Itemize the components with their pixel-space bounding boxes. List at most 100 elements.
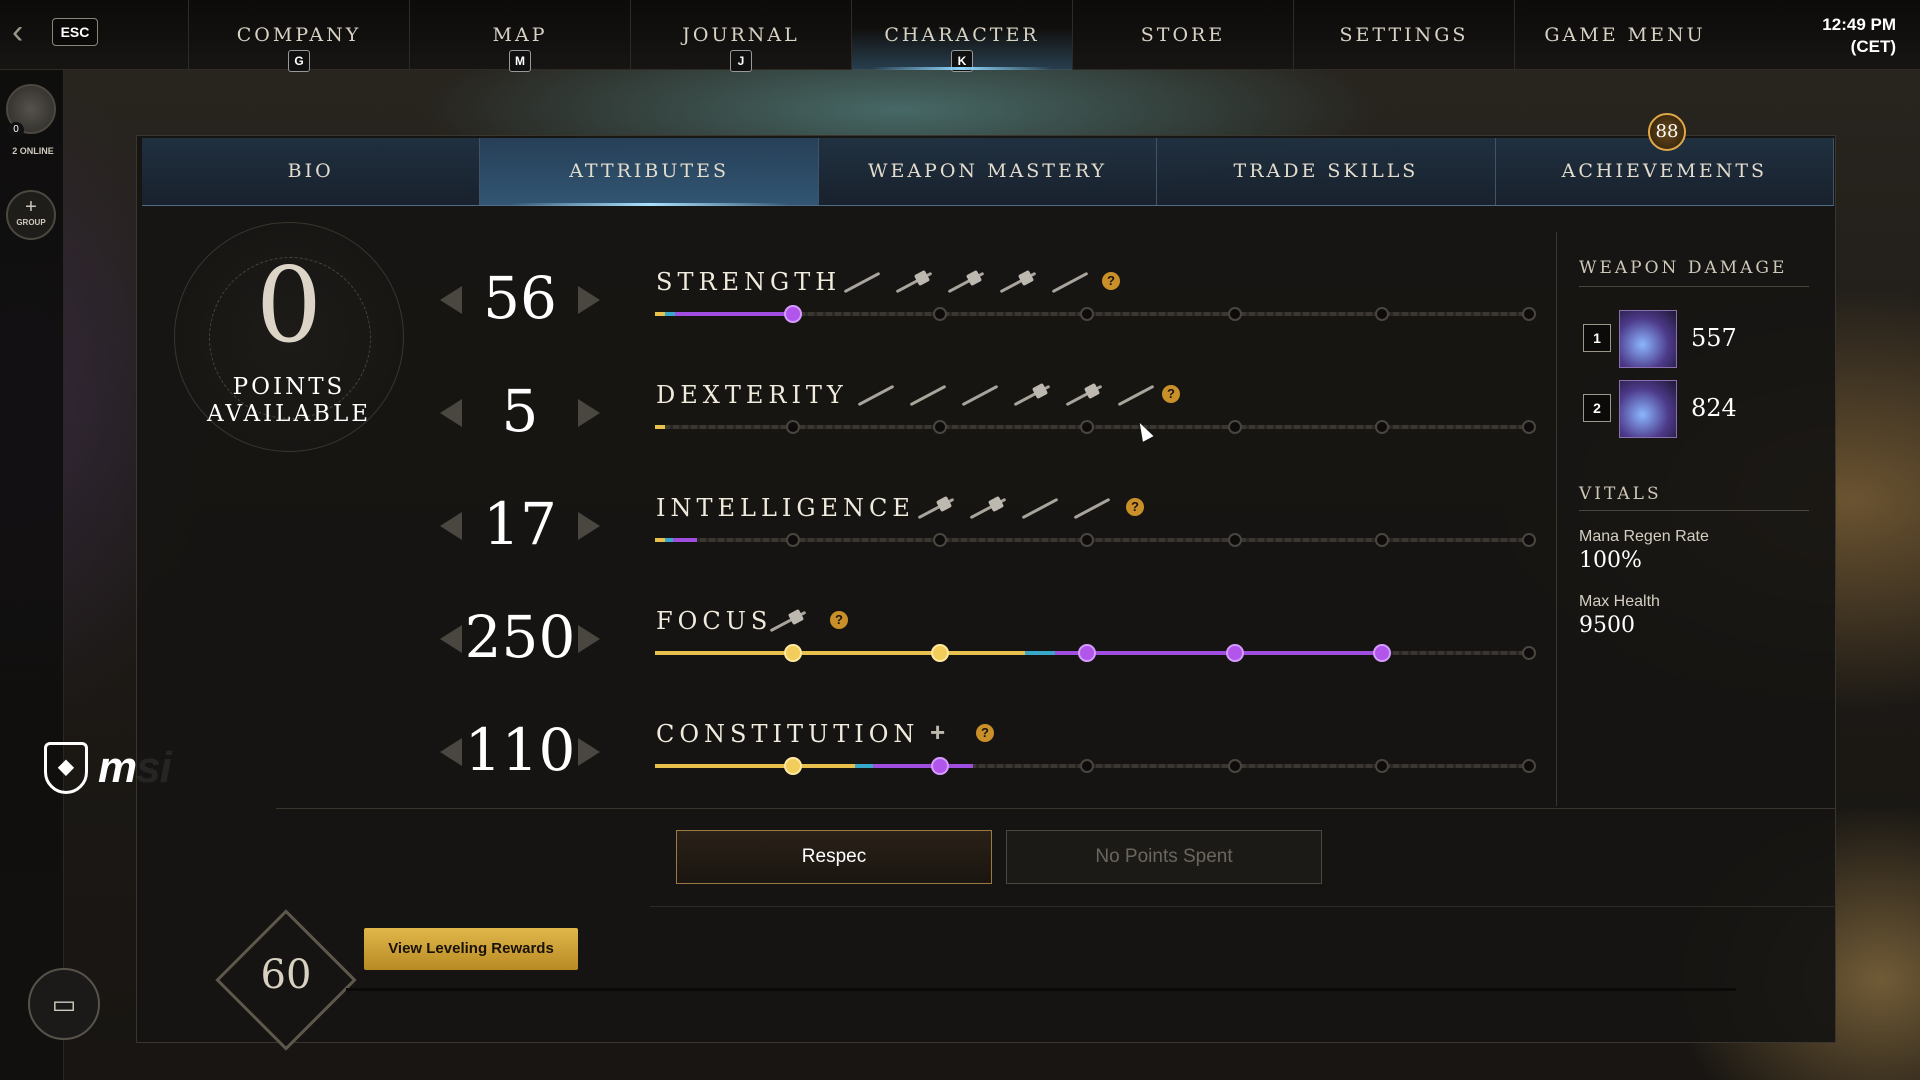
hotkey-badge: J: [730, 50, 752, 72]
attribute-row-constitution: 110 CONSTITUTION + ?: [440, 708, 1540, 808]
attribute-value: 110: [464, 716, 576, 784]
increase-arrow-icon[interactable]: [578, 512, 600, 540]
increase-arrow-icon[interactable]: [578, 286, 600, 314]
experience-bar: [346, 988, 1736, 991]
tab-attributes[interactable]: ATTRIBUTES: [480, 138, 819, 206]
help-icon[interactable]: ?: [976, 724, 994, 742]
tab-trade-skills[interactable]: TRADE SKILLS: [1157, 138, 1496, 205]
nav-map[interactable]: MAP M: [409, 0, 630, 72]
track-fill: [655, 764, 973, 768]
group-label: GROUP: [16, 218, 46, 227]
nav-label: STORE: [1140, 24, 1226, 46]
attribute-row-focus: 250 FOCUS ?: [440, 595, 1540, 695]
clock-timezone: (CET): [1850, 37, 1896, 56]
points-label-line2: AVAILABLE: [206, 401, 372, 427]
stats-sidebar: WEAPON DAMAGE 1 557 2 824 VITALS Mana Re…: [1556, 232, 1822, 806]
increase-arrow-icon[interactable]: [578, 738, 600, 766]
track-node: [1375, 533, 1389, 547]
track-fill: [655, 651, 1387, 655]
esc-key-badge[interactable]: ESC: [52, 18, 98, 46]
track-node: [931, 644, 949, 662]
track-fill: [655, 312, 793, 316]
nav-label: CHARACTER: [884, 24, 1040, 46]
nav-company[interactable]: COMPANY G: [188, 0, 409, 72]
track-node: [786, 420, 800, 434]
attribute-value: 56: [483, 264, 557, 332]
track-node: [933, 533, 947, 547]
decrease-arrow-icon[interactable]: [440, 286, 462, 314]
health-plus-icon: +: [930, 717, 946, 747]
help-icon[interactable]: ?: [1102, 272, 1120, 290]
bow-icon: [1010, 381, 1052, 409]
tab-bio[interactable]: BIO: [142, 138, 481, 205]
hotkey-badge: K: [951, 50, 973, 72]
track-node: [1080, 533, 1094, 547]
tab-label: TRADE SKILLS: [1233, 160, 1419, 182]
vital-label: Mana Regen Rate: [1579, 528, 1709, 545]
weapon-icons: [914, 494, 1112, 522]
track-node: [1522, 646, 1536, 660]
fire-staff-icon: [914, 494, 956, 522]
track-node: [786, 533, 800, 547]
chat-icon[interactable]: ▭: [28, 968, 100, 1040]
tab-label: WEAPON MASTERY: [867, 160, 1108, 182]
increase-arrow-icon[interactable]: [578, 399, 600, 427]
msi-shield-icon: ◆: [44, 742, 88, 794]
points-available-label: POINTS AVAILABLE: [174, 374, 404, 428]
panel-divider: [650, 906, 1836, 907]
track-fill: [655, 538, 697, 542]
top-nav-bar: ‹ ESC COMPANY G MAP M JOURNAL J CHARACTER K …: [0, 0, 1920, 72]
panel-divider: [276, 808, 1836, 809]
decrease-arrow-icon[interactable]: [440, 738, 462, 766]
nav-label: SETTINGS: [1339, 24, 1469, 46]
back-arrow-icon[interactable]: ‹: [12, 14, 42, 50]
weapon-damage-value: 824: [1691, 394, 1737, 422]
track-node: [1522, 307, 1536, 321]
online-count-badge: 0: [8, 122, 24, 138]
nav-character[interactable]: CHARACTER K: [851, 0, 1072, 72]
group-button[interactable]: + GROUP: [6, 190, 56, 240]
track-node: [784, 305, 802, 323]
track-node: [1226, 644, 1244, 662]
increase-arrow-icon[interactable]: [578, 625, 600, 653]
help-icon[interactable]: ?: [1126, 498, 1144, 516]
track-node: [1228, 420, 1242, 434]
track-node: [1522, 533, 1536, 547]
nav-label: GAME MENU: [1544, 24, 1706, 46]
attribute-track: [655, 533, 1536, 547]
help-icon[interactable]: ?: [830, 611, 848, 629]
track-node: [1228, 759, 1242, 773]
nav-settings[interactable]: SETTINGS: [1293, 0, 1514, 70]
nav-game-menu[interactable]: GAME MENU: [1514, 0, 1735, 70]
attribute-name: INTELLIGENCE: [656, 494, 915, 522]
decrease-arrow-icon[interactable]: [440, 399, 462, 427]
decrease-arrow-icon[interactable]: [440, 512, 462, 540]
attribute-name: STRENGTH: [656, 268, 842, 296]
decrease-arrow-icon[interactable]: [440, 625, 462, 653]
help-icon[interactable]: ?: [1162, 385, 1180, 403]
attribute-name: DEXTERITY: [656, 381, 848, 409]
vitals-title: VITALS: [1579, 484, 1662, 504]
respec-button[interactable]: Respec: [676, 830, 992, 884]
track-node: [1375, 420, 1389, 434]
player-level: 60: [260, 952, 312, 998]
hatchet-icon: [892, 268, 934, 296]
plus-icon: +: [25, 196, 37, 218]
weapon-slot-number: 1: [1583, 324, 1611, 352]
track-node: [1228, 307, 1242, 321]
musket-icon: [1070, 494, 1112, 522]
hatchet-icon: [1062, 381, 1104, 409]
track-node: [933, 420, 947, 434]
view-leveling-rewards-button[interactable]: View Leveling Rewards: [364, 928, 578, 970]
attribute-value: 5: [501, 377, 539, 445]
weapon-slot-1-icon[interactable]: [1619, 310, 1677, 368]
track-node: [1080, 420, 1094, 434]
tab-weapon-mastery[interactable]: WEAPON MASTERY: [819, 138, 1158, 205]
nav-journal[interactable]: JOURNAL J: [630, 0, 851, 72]
spear-icon: [1018, 494, 1060, 522]
track-node: [784, 757, 802, 775]
nav-store[interactable]: STORE: [1072, 0, 1293, 70]
weapon-slot-2-icon[interactable]: [1619, 380, 1677, 438]
weapon-icons: [840, 268, 1090, 296]
track-node: [1228, 533, 1242, 547]
